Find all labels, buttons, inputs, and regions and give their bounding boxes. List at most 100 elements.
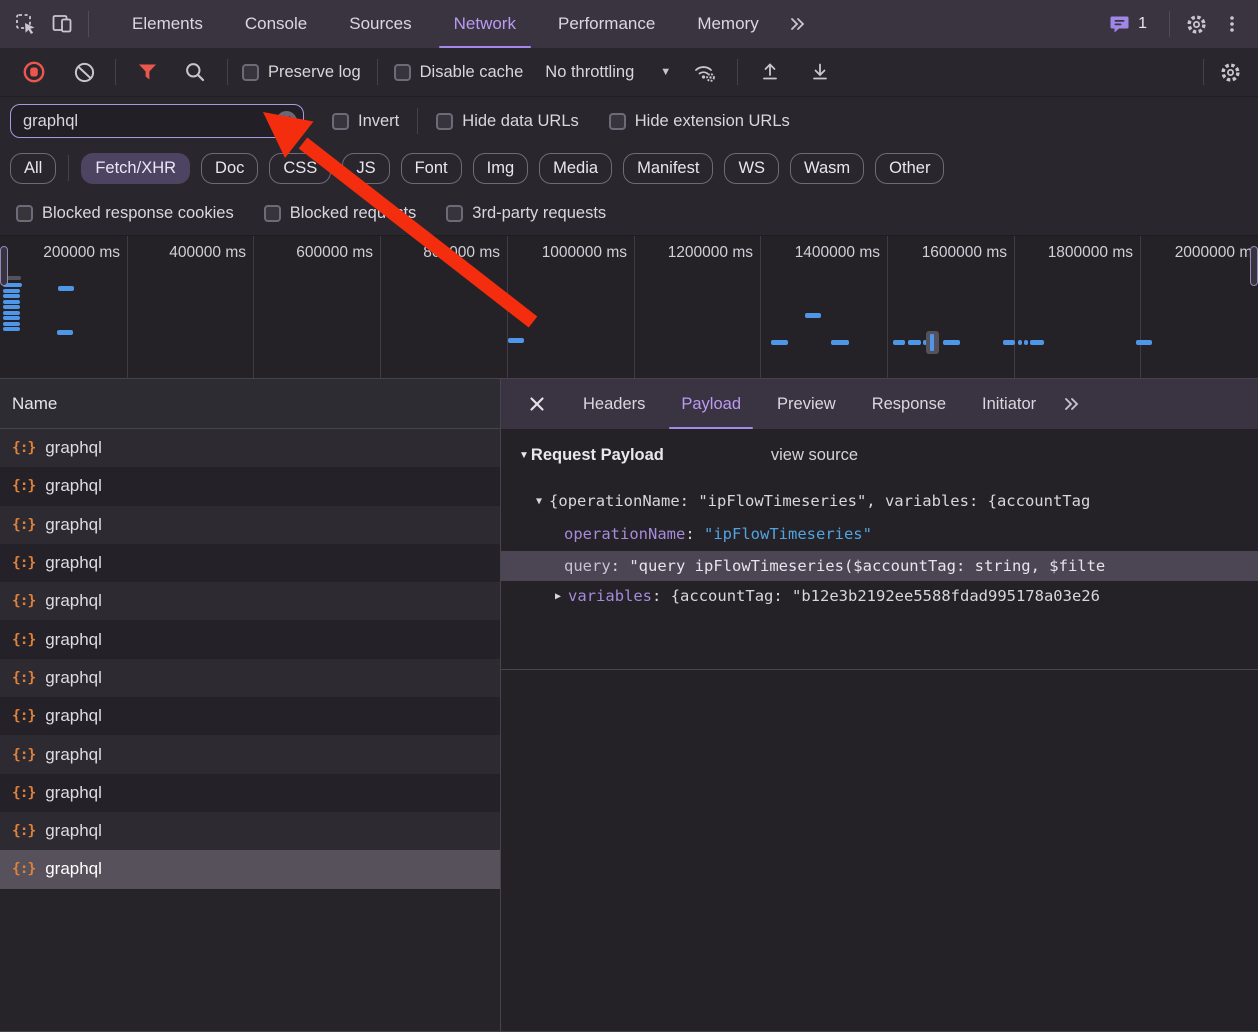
clear-network-log-icon[interactable]	[66, 54, 102, 90]
hide-data-urls-checkbox[interactable]: Hide data URLs	[436, 112, 578, 131]
3rd-party-requests-checkbox[interactable]: 3rd-party requests	[446, 204, 606, 223]
property-value: "ipFlowTimeseries"	[704, 525, 872, 543]
request-row[interactable]: {:}graphql	[0, 429, 500, 467]
timeline-request-bar	[3, 289, 20, 293]
request-row[interactable]: {:}graphql	[0, 659, 500, 697]
kebab-menu-icon[interactable]	[1214, 6, 1250, 42]
main-tab-console[interactable]: Console	[224, 0, 328, 48]
blocked-requests-checkbox[interactable]: Blocked requests	[264, 204, 417, 223]
import-har-icon[interactable]	[752, 54, 788, 90]
timeline-request-bar	[1030, 340, 1044, 345]
filter-chip-other[interactable]: Other	[875, 153, 944, 184]
filter-chip-css[interactable]: CSS	[269, 153, 331, 184]
request-name: graphql	[45, 745, 102, 765]
request-row[interactable]: {:} graphql	[0, 620, 500, 658]
filter-chip-wasm[interactable]: Wasm	[790, 153, 864, 184]
timeline-request-bar	[3, 300, 20, 304]
main-tab-elements[interactable]: Elements	[111, 0, 224, 48]
network-overview-timeline[interactable]: 200000 ms400000 ms600000 ms800000 ms1000…	[0, 236, 1258, 379]
checkbox[interactable]	[264, 205, 281, 222]
filter-chip-doc[interactable]: Doc	[201, 153, 258, 184]
issues-badge[interactable]: 1	[1110, 15, 1147, 34]
detail-tab-headers[interactable]: Headers	[565, 379, 663, 429]
checkbox[interactable]	[332, 113, 349, 130]
request-name: graphql	[45, 630, 102, 650]
filter-chip-media[interactable]: Media	[539, 153, 612, 184]
json-braces-icon: {:}	[12, 632, 35, 648]
filter-chip-manifest[interactable]: Manifest	[623, 153, 713, 184]
checkbox[interactable]	[242, 64, 259, 81]
filter-input[interactable]	[21, 111, 276, 132]
expanded-caret-icon[interactable]: ▼	[536, 496, 542, 507]
search-icon[interactable]	[177, 54, 213, 90]
request-row[interactable]: {:}graphql	[0, 467, 500, 505]
checkbox[interactable]	[609, 113, 626, 130]
main-tab-sources[interactable]: Sources	[328, 0, 432, 48]
property-key: variables	[568, 587, 652, 605]
checkbox[interactable]	[446, 205, 463, 222]
network-settings-gear-icon[interactable]	[1212, 54, 1248, 90]
filter-chip-all[interactable]: All	[10, 153, 56, 184]
request-name: graphql	[45, 821, 102, 841]
detail-tab-initiator[interactable]: Initiator	[964, 379, 1054, 429]
filter-chip-ws[interactable]: WS	[724, 153, 779, 184]
more-tabs-icon[interactable]	[780, 6, 816, 42]
clear-filter-icon[interactable]: ✕	[276, 111, 297, 132]
invert-checkbox[interactable]: Invert	[332, 112, 399, 131]
close-detail-icon[interactable]	[519, 386, 555, 422]
network-conditions-icon[interactable]	[687, 54, 723, 90]
view-source-link[interactable]: view source	[771, 446, 858, 465]
payload-view: ▼ Request Payload view source ▼ {operati…	[501, 429, 1258, 1031]
payload-operation-line[interactable]: operationName: "ipFlowTimeseries"	[501, 519, 1258, 549]
preserve-log-checkbox[interactable]: Preserve log	[242, 63, 361, 82]
filter-chip-fetch-xhr[interactable]: Fetch/XHR	[81, 153, 190, 184]
detail-tab-response[interactable]: Response	[854, 379, 964, 429]
request-row[interactable]: {:}graphql	[0, 582, 500, 620]
blocked-response-cookies-checkbox[interactable]: Blocked response cookies	[16, 204, 234, 223]
hide-extension-urls-checkbox[interactable]: Hide extension URLs	[609, 112, 790, 131]
payload-summary-line[interactable]: ▼ {operationName: "ipFlowTimeseries", va…	[501, 486, 1258, 516]
device-toolbar-icon[interactable]	[44, 6, 80, 42]
overview-right-handle[interactable]	[1250, 246, 1258, 286]
timeline-tick-label: 2000000 ms	[1175, 244, 1258, 262]
filter-chip-js[interactable]: JS	[342, 153, 389, 184]
filter-chip-img[interactable]: Img	[473, 153, 529, 184]
request-row[interactable]: {:}graphql	[0, 544, 500, 582]
detail-tab-payload[interactable]: Payload	[663, 379, 759, 429]
collapsed-caret-icon[interactable]: ▶	[555, 591, 561, 602]
request-row[interactable]: {:}graphql	[0, 812, 500, 850]
request-row[interactable]: {:}graphql	[0, 735, 500, 773]
timeline-request-bar	[57, 330, 73, 335]
request-row[interactable]: {:}graphql	[0, 506, 500, 544]
collapse-caret-icon[interactable]: ▼	[519, 450, 529, 461]
main-tab-memory[interactable]: Memory	[676, 0, 779, 48]
disable-cache-label: Disable cache	[420, 63, 524, 82]
divider	[68, 155, 69, 181]
throttling-select[interactable]: No throttling ▼	[545, 63, 671, 82]
overview-left-handle[interactable]	[0, 246, 8, 286]
payload-query-line[interactable]: query: "query ipFlowTimeseries($accountT…	[501, 551, 1258, 581]
inspect-element-icon[interactable]	[8, 6, 44, 42]
filter-chip-font[interactable]: Font	[401, 153, 462, 184]
more-detail-tabs-icon[interactable]	[1054, 386, 1090, 422]
name-column-header[interactable]: Name	[0, 379, 500, 429]
filter-funnel-icon[interactable]	[129, 54, 165, 90]
disable-cache-checkbox[interactable]: Disable cache	[394, 63, 524, 82]
checkbox[interactable]	[436, 113, 453, 130]
detail-tab-preview[interactable]: Preview	[759, 379, 854, 429]
checkbox[interactable]	[394, 64, 411, 81]
request-row[interactable]: {:}graphql	[0, 774, 500, 812]
checkbox[interactable]	[16, 205, 33, 222]
export-har-icon[interactable]	[802, 54, 838, 90]
record-network-log-icon[interactable]	[16, 54, 52, 90]
main-tab-network[interactable]: Network	[433, 0, 537, 48]
timeline-gridline	[253, 236, 254, 378]
settings-gear-icon[interactable]	[1178, 6, 1214, 42]
request-row[interactable]: {:}graphql	[0, 697, 500, 735]
timeline-tick-label: 200000 ms	[43, 244, 120, 262]
request-row[interactable]: {:}graphql	[0, 850, 500, 888]
payload-variables-line[interactable]: ▶ variables: {accountTag: "b12e3b2192ee5…	[501, 581, 1258, 611]
blocked-response-cookies-label: Blocked response cookies	[42, 204, 234, 223]
main-tab-performance[interactable]: Performance	[537, 0, 676, 48]
timeline-gridline	[380, 236, 381, 378]
